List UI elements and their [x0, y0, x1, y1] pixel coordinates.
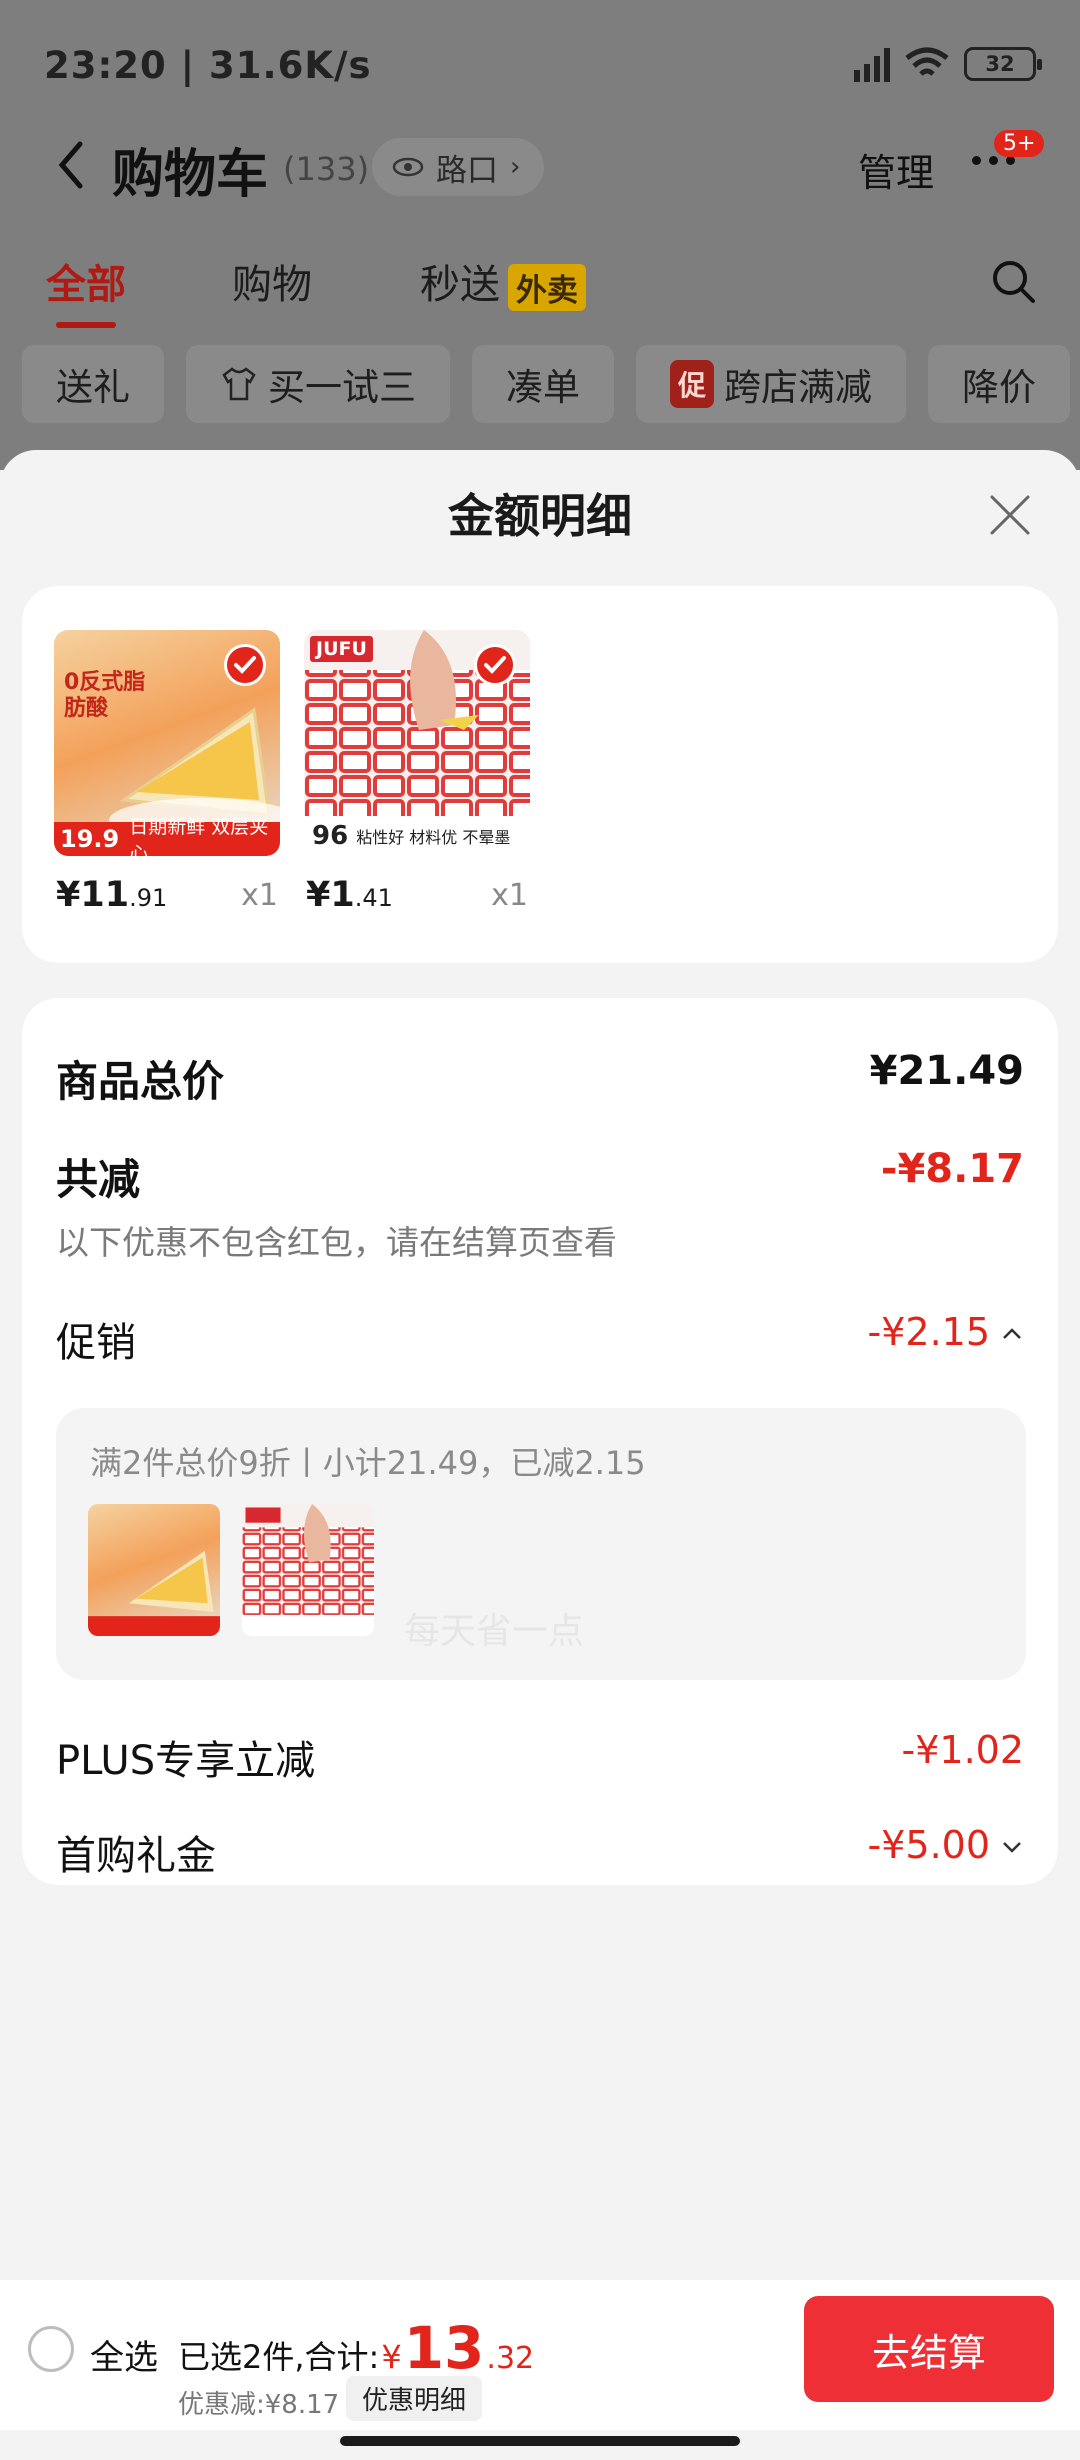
- back-arrow-icon[interactable]: [52, 138, 88, 192]
- tab-shopping[interactable]: 购物: [232, 252, 312, 310]
- promotion-thumb-labels: [242, 1504, 374, 1636]
- product-item[interactable]: JUFU 96 粘性好 材料优 不晕墨 ¥1.41 x1: [304, 630, 530, 915]
- close-icon[interactable]: [987, 492, 1033, 538]
- eye-icon: [392, 157, 424, 177]
- chevron-down-icon: [1003, 1842, 1021, 1853]
- total-price-value: ¥21.49: [869, 1048, 1024, 1094]
- promotion-value: -¥2.15: [867, 1310, 991, 1354]
- promotion-label: 促销: [56, 1320, 136, 1366]
- status-time: 23:20 | 31.6K/s: [44, 44, 372, 87]
- reduce-note: 以下优惠不包含红包，请在结算页查看: [56, 1223, 617, 1262]
- promotion-detail-text: 满2件总价9折丨小计21.49，已减2.15: [90, 1444, 646, 1482]
- total-reduce-label: 共减: [56, 1155, 141, 1204]
- total-price-label: 商品总价: [56, 1057, 225, 1106]
- location-selector[interactable]: 路口 ›: [372, 138, 545, 196]
- search-icon[interactable]: [990, 258, 1036, 304]
- checkout-button[interactable]: 去结算: [804, 2296, 1054, 2402]
- product-image-price: 19.9: [60, 825, 120, 853]
- tab-all[interactable]: 全部: [46, 252, 126, 328]
- total-amount-integer: 13: [403, 2314, 485, 2382]
- shirt-icon: [222, 367, 256, 401]
- product-price: ¥11.91: [56, 875, 168, 915]
- chip-price-drop-label: 降价: [962, 366, 1037, 409]
- more-menu-icon[interactable]: [972, 156, 1015, 165]
- first-purchase-gift-row[interactable]: 首购礼金 -¥5.00: [56, 1823, 1024, 1881]
- product-item[interactable]: 0反式脂肪酸 19.9 日期新鲜 双层夹心 ¥11.91 x1: [54, 630, 280, 915]
- chip-bundle[interactable]: 凑单: [472, 345, 614, 423]
- total-reduce-row: 共减 -¥8.17: [56, 1146, 1024, 1207]
- plus-discount-row: PLUS专享立减 -¥1.02: [56, 1728, 1024, 1786]
- home-indicator[interactable]: [340, 2436, 740, 2446]
- tab-shopping-label: 购物: [232, 262, 312, 308]
- checkout-bar: 全选 已选2件,合计: ¥ 13 .32 优惠减:¥8.17 优惠明细 去结算: [0, 2280, 1080, 2430]
- total-reduce-value: -¥8.17: [880, 1146, 1024, 1192]
- total-price-row: 商品总价 ¥21.49: [56, 1048, 1024, 1109]
- chevron-right-icon: ›: [510, 152, 521, 182]
- chip-cross-store-label: 跨店满减: [724, 366, 873, 409]
- selected-check-icon: [474, 644, 516, 686]
- sandwich-thumb-picture: [88, 1550, 220, 1636]
- product-image-labels: JUFU 96 粘性好 材料优 不晕墨: [304, 630, 530, 856]
- tab-express[interactable]: 秒送 外卖: [420, 252, 586, 311]
- manage-button[interactable]: 管理: [858, 142, 934, 197]
- selected-total: 已选2件,合计: ¥ 13 .32: [178, 2314, 534, 2382]
- total-amount-decimal: .32: [486, 2341, 535, 2376]
- chip-bundle-label: 凑单: [506, 366, 580, 409]
- label-thumb-picture: [242, 1504, 374, 1636]
- product-image-sandwich: 0反式脂肪酸 19.9 日期新鲜 双层夹心: [54, 630, 280, 856]
- battery-icon: 32: [964, 47, 1042, 81]
- select-all-radio[interactable]: [28, 2326, 74, 2372]
- discount-text: 优惠减:¥8.17: [178, 2390, 340, 2420]
- wifi-icon: [905, 47, 949, 76]
- active-tab-underline: [56, 322, 116, 328]
- filter-chips: 送礼 买一试三 凑单 促 跨店满减 降价: [22, 345, 1071, 423]
- chevron-up-icon: [1003, 1328, 1021, 1339]
- cart-count: (133): [283, 150, 370, 188]
- product-image-count: 96: [312, 821, 349, 851]
- product-image-slogan: 日期新鲜 双层夹心: [129, 816, 269, 856]
- chip-cross-store[interactable]: 促 跨店满减: [636, 345, 907, 423]
- chip-price-drop[interactable]: 降价: [928, 345, 1071, 423]
- first-purchase-gift-value: -¥5.00: [867, 1823, 991, 1867]
- location-label: 路口: [436, 152, 498, 189]
- promotion-row[interactable]: 促销 -¥2.15: [56, 1310, 1024, 1368]
- cart-header: 购物车 (133) 路口 › 管理 5+: [0, 120, 1080, 220]
- amount-detail-sheet: 金额明细 0反式脂肪酸 19.9 日期新鲜 双层夹心 ¥11.91 x1 JUF…: [0, 450, 1080, 2460]
- more-badge: 5+: [994, 130, 1045, 157]
- brand-logo: JUFU: [310, 636, 373, 662]
- cart-tabs: 全部 购物 秒送 外卖: [0, 252, 1080, 328]
- plus-discount-value: -¥1.02: [901, 1728, 1025, 1772]
- promotion-thumb-sandwich: [88, 1504, 220, 1636]
- product-image-slogan: 粘性好 材料优 不晕墨: [356, 828, 511, 847]
- total-currency: ¥: [381, 2338, 402, 2376]
- first-purchase-gift-label: 首购礼金: [56, 1833, 216, 1879]
- selected-check-icon: [224, 644, 266, 686]
- price-summary-card: 商品总价 ¥21.49 共减 -¥8.17 以下优惠不包含红包，请在结算页查看 …: [22, 998, 1058, 1885]
- select-all-label[interactable]: 全选: [90, 2330, 158, 2379]
- page-title: 购物车: [112, 145, 269, 205]
- product-card: 0反式脂肪酸 19.9 日期新鲜 双层夹心 ¥11.91 x1 JUFU 96 …: [22, 586, 1058, 963]
- watermark-text: 每天省一点: [404, 1611, 585, 1652]
- tab-express-label: 秒送: [420, 262, 500, 308]
- tab-all-label: 全部: [46, 262, 126, 308]
- signal-icon: [854, 46, 890, 82]
- chip-try[interactable]: 买一试三: [186, 345, 450, 423]
- plus-discount-label: PLUS专享立减: [56, 1738, 316, 1784]
- sheet-title: 金额明细: [448, 489, 632, 543]
- chip-try-label: 买一试三: [268, 366, 416, 409]
- chip-gift[interactable]: 送礼: [22, 345, 164, 423]
- selected-count-text: 已选2件,合计:: [178, 2338, 380, 2376]
- promo-icon: 促: [670, 360, 715, 408]
- status-icons: 32: [854, 46, 1042, 82]
- product-qty: x1: [491, 878, 528, 913]
- discount-detail-button[interactable]: 优惠明细: [346, 2376, 483, 2421]
- chip-gift-label: 送礼: [56, 366, 130, 409]
- product-label-text: 0反式脂肪酸: [64, 670, 146, 721]
- product-price: ¥1.41: [306, 875, 393, 915]
- background-cart-page: 23:20 | 31.6K/s 32 购物车 (133) 路口 › 管理 5+: [0, 0, 1080, 470]
- product-qty: x1: [241, 878, 278, 913]
- takeout-tag: 外卖: [508, 263, 586, 311]
